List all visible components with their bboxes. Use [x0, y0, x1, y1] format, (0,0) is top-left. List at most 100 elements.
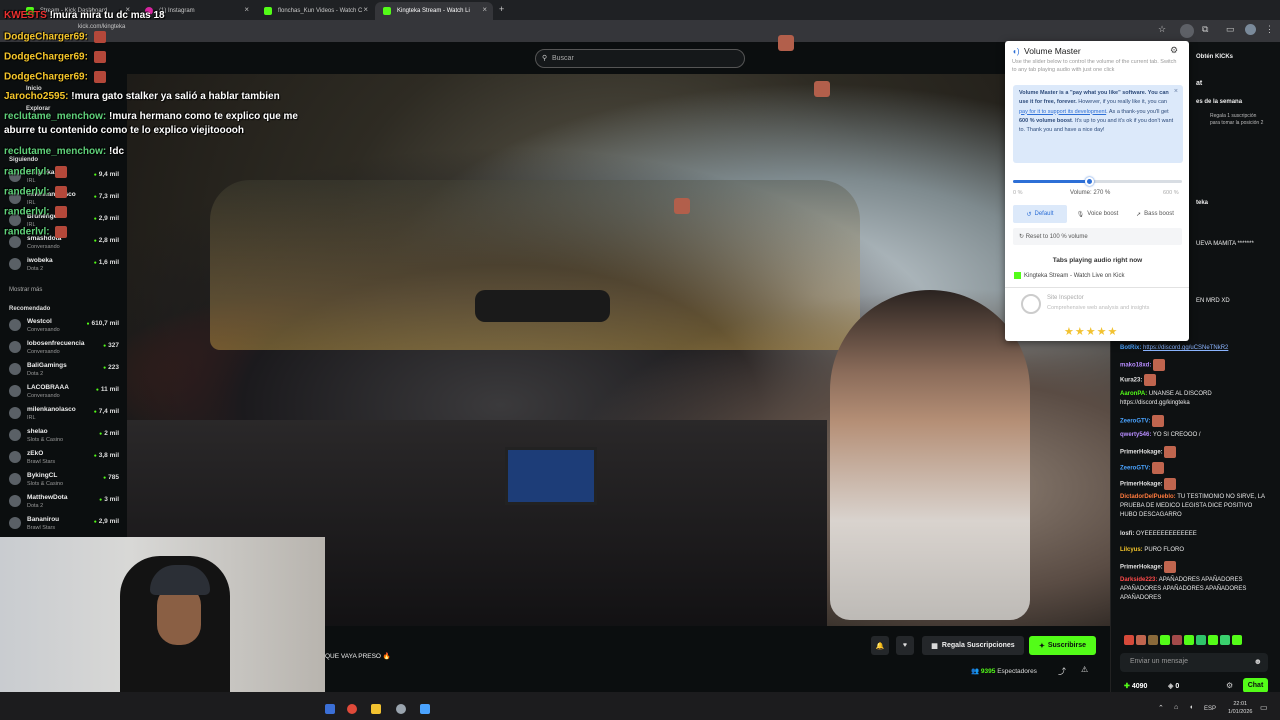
chat-username[interactable]: mako18xd:: [1120, 363, 1151, 369]
channel-list-item[interactable]: iwobeka Dota 2 1,6 mil: [0, 254, 127, 275]
rating-stars[interactable]: ★★★★★: [1064, 325, 1118, 338]
settings-gear-icon[interactable]: ⚙: [1170, 45, 1178, 56]
report-icon[interactable]: ⚠: [1081, 665, 1088, 674]
clock[interactable]: 22:01 1/01/2026: [1228, 700, 1252, 716]
emote-icon[interactable]: [1220, 635, 1230, 645]
channel-list-item[interactable]: zEkO Brawl Stars 3,8 mil: [0, 447, 127, 468]
emote-bar[interactable]: [1124, 635, 1270, 647]
browser-tab[interactable]: flonchas_Kun Videos - Watch C ×: [256, 2, 374, 20]
channel-list-item[interactable]: LACOBRAAA Conversando 11 mil: [0, 381, 127, 402]
chat-message-input[interactable]: Enviar un mensaje ☻: [1120, 653, 1268, 672]
chat-username[interactable]: Darkside223:: [1120, 577, 1157, 583]
menu-icon[interactable]: ⋮: [1265, 24, 1274, 35]
channel-name: milenkanolasco: [27, 406, 76, 413]
sidebar-icon[interactable]: ▭: [1226, 24, 1235, 35]
folder-icon[interactable]: [371, 704, 381, 714]
emote-icon[interactable]: [1172, 635, 1182, 645]
chat-username[interactable]: AaronPA:: [1120, 391, 1147, 397]
emote-icon[interactable]: [1124, 635, 1134, 645]
channel-list-item[interactable]: BykingCL Slots & Casino 785: [0, 469, 127, 490]
taskbar-app-icon[interactable]: [347, 704, 357, 714]
chat-username[interactable]: Kura23:: [1120, 378, 1142, 384]
close-icon[interactable]: ×: [482, 5, 487, 14]
volume-master-extension-icon[interactable]: [1180, 24, 1194, 38]
emoji-picker-icon[interactable]: ☻: [1254, 657, 1262, 666]
language-indicator[interactable]: ESP: [1204, 706, 1216, 712]
taskbar-app-icon[interactable]: [396, 704, 406, 714]
network-icon[interactable]: ⌂: [1174, 704, 1178, 711]
mode-voice-boost-button[interactable]: 🎙 Voice boost: [1070, 205, 1125, 223]
taskbar-app-icon[interactable]: [420, 704, 430, 714]
search-input[interactable]: ⚲ Buscar: [535, 49, 745, 68]
overlay-chat-user: randerlvl:: [4, 166, 50, 178]
mode-bass-label: Bass boost: [1144, 211, 1174, 217]
mode-default-button[interactable]: ↺ Default: [1013, 205, 1067, 223]
avatar: [9, 363, 21, 375]
channel-list-item[interactable]: MatthewDota Dota 2 3 mil: [0, 491, 127, 512]
chat-username[interactable]: ZeeroGTV:: [1120, 419, 1150, 425]
send-chat-button[interactable]: Chat: [1243, 678, 1268, 693]
channel-list-item[interactable]: milenkanolasco IRL 7,4 mil: [0, 403, 127, 424]
site-inspector-icon[interactable]: [1021, 294, 1041, 314]
emote-icon[interactable]: [1208, 635, 1218, 645]
gift-subscriptions-button[interactable]: ▦ Regala Suscripciones: [922, 636, 1024, 655]
subscribe-button[interactable]: ✦ Suscribirse: [1029, 636, 1096, 655]
channel-list-item[interactable]: lobosenfrecuencia Conversando 327: [0, 337, 127, 358]
notifications-icon[interactable]: ▭: [1260, 703, 1268, 712]
close-icon[interactable]: ×: [244, 5, 249, 14]
emote-icon[interactable]: [1148, 635, 1158, 645]
extensions-icon[interactable]: ⧉: [1202, 24, 1208, 35]
chat-username[interactable]: DictadorDelPueblo:: [1120, 494, 1176, 500]
emote-icon[interactable]: [1232, 635, 1242, 645]
chat-username[interactable]: Lilcyus:: [1120, 547, 1143, 553]
gift-icon: ▦: [931, 642, 938, 650]
pay-link[interactable]: pay for it to support its development: [1019, 109, 1106, 115]
chat-username[interactable]: BotRix:: [1120, 345, 1141, 351]
emote-icon[interactable]: [1196, 635, 1206, 645]
chat-username[interactable]: PrimerHokage:: [1120, 450, 1163, 456]
follow-heart-button[interactable]: ♥: [896, 636, 914, 655]
channel-list-item[interactable]: Bananirou Brawl Stars 2,9 mil: [0, 513, 127, 534]
chat-username[interactable]: ZeeroGTV:: [1120, 466, 1150, 472]
kick-points[interactable]: ✚ 4090: [1124, 682, 1147, 690]
bookmark-star-icon[interactable]: ☆: [1158, 24, 1166, 35]
site-inspector-title[interactable]: Site Inspector: [1047, 295, 1084, 301]
channel-viewers: 2,8 mil: [94, 237, 119, 244]
emote-icon[interactable]: [1136, 635, 1146, 645]
close-icon[interactable]: ×: [363, 5, 368, 14]
kicks-balance[interactable]: ◈ 0: [1168, 682, 1179, 690]
kick-points-value: 4090: [1131, 683, 1148, 690]
url-field[interactable]: kick.com/kingteka: [78, 24, 125, 30]
chat-link[interactable]: https://discord.gg/uCSNeTNkR2: [1143, 345, 1228, 351]
overlay-chat-user: Jarocho2595:: [4, 91, 69, 102]
audio-tab-item[interactable]: Kingteka Stream - Watch Live on Kick: [1014, 272, 1125, 279]
volume-max-label: 600 %: [1163, 190, 1179, 196]
channel-list-item[interactable]: Westcol Conversando 610,7 mil: [0, 315, 127, 336]
chat-username[interactable]: PrimerHokage:: [1120, 482, 1163, 488]
close-icon[interactable]: ×: [1174, 87, 1178, 96]
mode-default-label: Default: [1034, 211, 1054, 217]
channel-list-item[interactable]: shelao Slots & Casino 2 mil: [0, 425, 127, 446]
get-kicks-button[interactable]: Obtén KICKs: [1196, 54, 1233, 60]
new-tab-button[interactable]: +: [499, 4, 504, 14]
taskbar-app-icon[interactable]: [325, 704, 335, 714]
emote-icon[interactable]: [1184, 635, 1194, 645]
tray-arrow-icon[interactable]: ⌃: [1158, 704, 1164, 712]
show-more-link[interactable]: Mostrar más: [9, 287, 42, 293]
profile-avatar[interactable]: [1245, 24, 1256, 35]
reset-volume-button[interactable]: ↻ Reset to 100 % volume: [1013, 228, 1182, 245]
emote-icon[interactable]: [1160, 635, 1170, 645]
mode-bass-boost-button[interactable]: ➚ Bass boost: [1128, 205, 1182, 223]
chat-username[interactable]: PrimerHokage:: [1120, 565, 1163, 571]
browser-tab-active[interactable]: Kingteka Stream - Watch Li ×: [375, 2, 493, 20]
channel-list-item[interactable]: BaliGamings Dota 2 223: [0, 359, 127, 380]
notification-bell-button[interactable]: 🔔: [871, 636, 889, 655]
volume-icon[interactable]: ◖: [1189, 704, 1193, 711]
chat-username[interactable]: losfi:: [1120, 531, 1134, 537]
following-heading: Siguiendo: [9, 157, 38, 163]
chat-settings-gear-icon[interactable]: ⚙: [1226, 681, 1233, 690]
chat-username[interactable]: qwerty546:: [1120, 432, 1151, 438]
share-icon[interactable]: ⤴: [1058, 666, 1066, 677]
channel-category: Conversando: [27, 327, 60, 333]
volume-slider-handle[interactable]: [1085, 177, 1095, 186]
